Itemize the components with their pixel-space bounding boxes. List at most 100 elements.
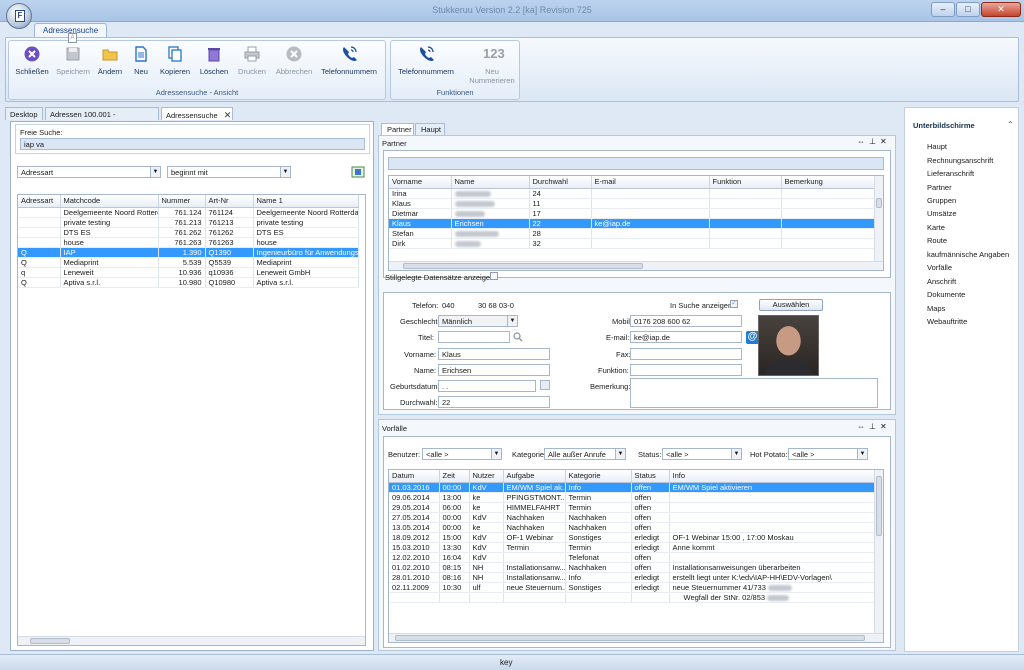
maximize-button[interactable]: □: [956, 2, 980, 17]
table-row[interactable]: 18.09.2012 15:00 KdV OF-1 Webinar Sonstiges e…: [389, 532, 876, 543]
close-tab-icon[interactable]: ✕: [224, 110, 232, 120]
durchwahl-input[interactable]: 22: [438, 396, 550, 408]
table-row[interactable]: Klaus 11: [389, 198, 876, 209]
table-row[interactable]: 09.06.2014 13:00 ke PFINGSTMONT... Termin off…: [389, 492, 876, 503]
subscreen-item-anschrift[interactable]: Anschrift: [927, 277, 956, 286]
column-header-vorname[interactable]: Vorname: [389, 176, 452, 189]
mobil-input[interactable]: 0176 208 600 62: [630, 315, 742, 327]
table-row[interactable]: 27.05.2014 00:00 KdV Nachhaken Nachhaken offe…: [389, 512, 876, 523]
table-row[interactable]: Q Aptiva s.r.l. 10.980 Q10980 Aptiva s.r.l.: [18, 277, 359, 288]
partner-filter-input[interactable]: [388, 157, 884, 170]
subscreen-item-dokumente[interactable]: Dokumente: [927, 290, 965, 299]
column-header-name1[interactable]: Name 1: [253, 195, 359, 208]
column-header-aufgabe[interactable]: Aufgabe: [503, 470, 566, 483]
name-input[interactable]: Erichsen: [438, 364, 550, 376]
filter-mode-select[interactable]: beginnt mit ▼: [167, 166, 291, 178]
vorname-input[interactable]: Klaus: [438, 348, 550, 360]
column-header-email[interactable]: E-mail: [591, 176, 710, 189]
table-row[interactable]: Dirk 32: [389, 238, 876, 249]
scrollbar-thumb[interactable]: [403, 263, 643, 269]
table-row[interactable]: Irina 24: [389, 188, 876, 199]
search-icon[interactable]: [513, 332, 523, 342]
column-header-bemerkung[interactable]: Bemerkung: [781, 176, 876, 189]
minimize-button[interactable]: –: [931, 2, 955, 17]
subscreen-item-webauftritte[interactable]: Webauftritte: [927, 317, 967, 326]
table-row[interactable]: q Leneweit 10.936 q10936 Leneweit GmbH: [18, 267, 359, 278]
subscreen-item-umsaetze[interactable]: Umsätze: [927, 209, 957, 218]
pin-icon[interactable]: ⊥: [869, 137, 880, 146]
close-window-button[interactable]: ✕: [981, 2, 1021, 17]
table-row-selected[interactable]: Q IAP 1.390 Q1390 Ingenieurbüro für Anwendun…: [18, 247, 359, 258]
scrollbar-thumb[interactable]: [876, 198, 882, 208]
copy-button[interactable]: Kopieren: [159, 45, 191, 76]
resize-icon[interactable]: ⇔: [857, 422, 869, 431]
table-row[interactable]: 02.11.2009 10:30 ulf neue Steuernum... Sonst…: [389, 582, 876, 593]
grid-options-icon[interactable]: [351, 166, 365, 178]
select-button[interactable]: Auswählen: [759, 299, 823, 311]
pin-icon[interactable]: ⊥: [869, 422, 880, 431]
cancel-button[interactable]: Abbrechen: [275, 45, 313, 76]
table-row[interactable]: Stefan 28: [389, 228, 876, 239]
scrollbar-thumb[interactable]: [395, 635, 865, 641]
table-row[interactable]: 13.05.2014 00:00 ke Nachhaken Nachhaken offen: [389, 522, 876, 533]
table-row[interactable]: 01.02.2010 08:15 NH Installationsanw... Nach…: [389, 562, 876, 573]
table-row[interactable]: Dietmar 17: [389, 208, 876, 219]
subscreen-item-kaufmaennische-angaben[interactable]: kaufmännische Angaben: [927, 250, 1009, 259]
tab-adressensuche[interactable]: Adressensuche ✕: [161, 107, 233, 120]
table-row[interactable]: DTS ES 761.262 761262 DTS ES: [18, 227, 359, 238]
column-header-info[interactable]: Info: [669, 470, 876, 483]
phone-numbers-button[interactable]: Telefonnummern: [319, 45, 379, 76]
column-header-durchwahl[interactable]: Durchwahl: [529, 176, 592, 189]
resize-icon[interactable]: ⇔: [857, 137, 869, 146]
vertical-scrollbar[interactable]: [874, 470, 883, 634]
delete-button[interactable]: Löschen: [199, 45, 229, 76]
table-row[interactable]: private testing 761.213 761213 private test…: [18, 217, 359, 228]
geschlecht-select[interactable]: Männlich ▼: [438, 315, 518, 327]
benutzer-select[interactable]: <alle > ▼: [422, 448, 502, 460]
application-menu-button[interactable]: F: [6, 3, 32, 29]
subscreen-item-haupt[interactable]: Haupt: [927, 142, 947, 151]
show-inactive-checkbox[interactable]: [490, 272, 498, 280]
print-button[interactable]: Drucken: [237, 45, 267, 76]
table-row[interactable]: house 761.263 761263 house: [18, 237, 359, 248]
fax-input[interactable]: [630, 348, 742, 360]
horizontal-scrollbar[interactable]: [18, 636, 365, 645]
close-button[interactable]: Schließen: [15, 45, 49, 76]
status-select[interactable]: <alle > ▼: [662, 448, 742, 460]
scrollbar-thumb[interactable]: [876, 476, 882, 536]
close-panel-icon[interactable]: ✕: [880, 422, 891, 431]
subscreen-item-gruppen[interactable]: Gruppen: [927, 196, 956, 205]
column-header-kategorie[interactable]: Kategorie: [565, 470, 632, 483]
table-row-selected[interactable]: Klaus Erichsen 22 ke@iap.de: [389, 218, 876, 229]
column-header-adressart[interactable]: Adressart: [18, 195, 61, 208]
column-header-name[interactable]: Name: [451, 176, 530, 189]
table-row[interactable]: 29.05.2014 06:00 ke HIMMELFAHRT Termin offen: [389, 502, 876, 513]
subscreen-item-maps[interactable]: Maps: [927, 304, 945, 313]
close-panel-icon[interactable]: ✕: [880, 137, 891, 146]
column-header-artnr[interactable]: Art-Nr: [205, 195, 254, 208]
kategorie-select[interactable]: Alle außer Anrufe ▼: [544, 448, 626, 460]
table-row[interactable]: 28.01.2010 08:16 NH Installationsanw... Info…: [389, 572, 876, 583]
filter-field-select[interactable]: Adressart ▼: [17, 166, 161, 178]
column-header-matchcode[interactable]: Matchcode: [60, 195, 159, 208]
in-suche-checkbox[interactable]: [730, 298, 738, 308]
subscreen-item-partner[interactable]: Partner: [927, 183, 952, 192]
subscreen-item-rechnungsanschrift[interactable]: Rechnungsanschrift: [927, 156, 993, 165]
table-row[interactable]: Deelgemeente Noord Rotterdam761.12476112…: [18, 207, 359, 218]
funktion-input[interactable]: [630, 364, 742, 376]
tab-haupt[interactable]: Haupt: [415, 123, 445, 135]
free-search-input[interactable]: iap va: [20, 138, 365, 150]
vertical-scrollbar[interactable]: [874, 176, 883, 262]
column-header-zeit[interactable]: Zeit: [439, 470, 470, 483]
table-row[interactable]: Q Mediaprint 5.539 Q5539 Mediaprint: [18, 257, 359, 268]
horizontal-scrollbar[interactable]: [389, 633, 883, 642]
phone-numbers-function-button[interactable]: Telefonnummern: [395, 45, 457, 76]
table-row-selected[interactable]: 01.03.2016 00:00 KdV EM/WM Spiel ak... Info o…: [389, 482, 876, 493]
subscreen-item-karte[interactable]: Karte: [927, 223, 945, 232]
email-input[interactable]: ke@iap.de: [630, 331, 742, 343]
column-header-status[interactable]: Status: [631, 470, 670, 483]
table-row[interactable]: 12.02.2010 16:04 KdV Telefonat offen: [389, 552, 876, 563]
titel-input[interactable]: [438, 331, 510, 343]
geburtsdatum-input[interactable]: . .: [438, 380, 536, 392]
tab-desktop[interactable]: Desktop: [5, 107, 43, 120]
